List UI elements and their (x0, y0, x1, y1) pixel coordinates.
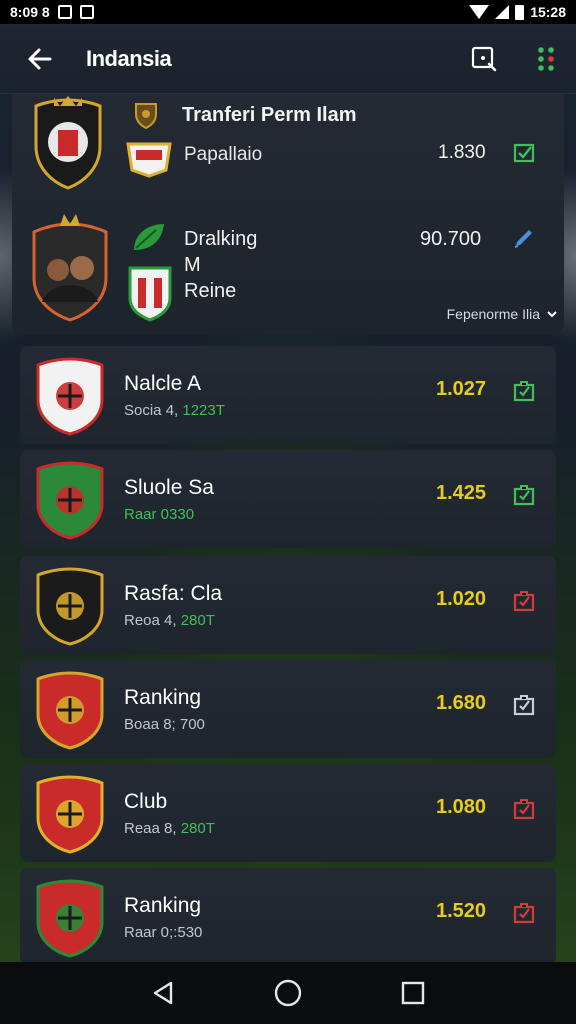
notification-icon (57, 5, 72, 19)
row-meta-prefix: Boaa 8; 700 (124, 716, 205, 733)
featured-row2-line: Reine (184, 280, 237, 302)
row-name: Ranking (124, 686, 202, 709)
check-box-icon[interactable] (512, 140, 538, 166)
status-bar: 8:09 8 15:28 (0, 0, 576, 24)
club-crest (28, 94, 108, 190)
notification-icon (79, 5, 94, 19)
row-value: 1.027 (436, 378, 487, 400)
row-action-icon[interactable] (512, 901, 538, 927)
table-row[interactable]: Nalcle A Socia 4, 1223T 1.027 (20, 346, 556, 444)
status-left-text: 8:09 8 (10, 4, 50, 20)
more-label: Fepenorme Ilia (446, 306, 540, 322)
club-crest (32, 566, 108, 646)
row-action-icon[interactable] (512, 483, 538, 509)
row-meta: Boaa 8; 700 (124, 716, 205, 733)
edit-pen-icon[interactable] (512, 226, 538, 252)
row-meta-prefix: Socia 4, (124, 402, 183, 419)
row-meta-prefix: Raar 0;:530 (124, 924, 203, 941)
row-name: Ranking (124, 894, 202, 917)
row-action-icon[interactable] (512, 379, 538, 405)
club-crest (32, 460, 108, 540)
row-name: Rasfa: Cla (124, 582, 223, 605)
row-meta-highlight: 280T (180, 820, 215, 837)
table-row[interactable]: Rasfa: Cla Reoa 4, 280T 1.020 (20, 556, 556, 654)
club-mini-badge (124, 138, 174, 183)
club-crest (32, 356, 108, 436)
row-name: Sluole Sa (124, 476, 214, 499)
wifi-icon (469, 5, 490, 19)
row-meta-highlight: Raar 0330 (124, 506, 195, 523)
status-time: 15:28 (530, 4, 566, 20)
more-dropdown[interactable]: Fepenorme Ilia (447, 306, 558, 322)
row-action-icon[interactable] (512, 797, 538, 823)
battery-icon (515, 4, 525, 20)
row-meta-prefix: Reoa 4, (124, 612, 181, 629)
nav-recents-icon[interactable] (397, 977, 429, 1009)
search-icon[interactable] (470, 45, 498, 73)
row-meta-highlight: 280T (180, 612, 215, 629)
player-portrait-crest (28, 212, 112, 322)
system-nav-bar (0, 962, 576, 1024)
club-crest (32, 774, 108, 854)
signal-icon (495, 5, 510, 19)
arrow-left-icon[interactable] (18, 37, 62, 81)
row-meta-prefix: Reaa 8, (124, 820, 181, 837)
featured-card[interactable]: Tranferi Perm Ilam Papallaio 1.830 Dralk… (12, 94, 564, 334)
club-crest (32, 878, 108, 958)
row-value: 1.425 (436, 482, 487, 504)
row-value: 1.520 (436, 900, 487, 922)
table-row[interactable]: Ranking Boaa 8; 700 1.680 (20, 660, 556, 758)
featured-value: 90.700 (420, 228, 482, 250)
leaf-icon (130, 220, 168, 261)
club-crest (32, 670, 108, 750)
featured-row2-line: M (184, 254, 201, 276)
row-value: 1.020 (436, 588, 487, 610)
featured-row2-line: Dralking (184, 228, 258, 250)
table-row[interactable]: Club Reaa 8, 280T 1.080 (20, 764, 556, 862)
row-meta: Reoa 4, 280T (124, 612, 215, 629)
row-meta: Reaa 8, 280T (124, 820, 215, 837)
app-bar: Indansia (0, 24, 576, 94)
club-mini-badge (126, 264, 174, 327)
row-name: Club (124, 790, 168, 813)
nav-back-icon[interactable] (147, 977, 179, 1009)
table-row[interactable]: Ranking Raar 0;:530 1.520 (20, 868, 556, 962)
row-meta: Raar 0330 (124, 506, 194, 523)
page-title: Indansia (86, 45, 172, 71)
trophy-badge-icon (132, 100, 160, 137)
row-name: Nalcle A (124, 372, 202, 395)
table-row[interactable]: Sluole Sa Raar 0330 1.425 (20, 450, 556, 548)
nav-home-icon[interactable] (272, 977, 304, 1009)
row-meta-highlight: 1223T (182, 402, 225, 419)
row-action-icon[interactable] (512, 589, 538, 615)
row-meta: Socia 4, 1223T (124, 402, 225, 419)
more-dots-icon[interactable] (534, 45, 558, 73)
chevron-down-icon (547, 311, 557, 318)
featured-value: 1.830 (438, 142, 486, 163)
featured-title: Tranferi Perm Ilam (182, 104, 357, 126)
row-meta: Raar 0;:530 (124, 924, 202, 941)
row-action-icon[interactable] (512, 693, 538, 719)
ranking-list: Tranferi Perm Ilam Papallaio 1.830 Dralk… (12, 94, 564, 962)
row-value: 1.680 (436, 692, 487, 714)
row-value: 1.080 (436, 796, 487, 818)
featured-subtitle: Papallaio (184, 144, 263, 165)
